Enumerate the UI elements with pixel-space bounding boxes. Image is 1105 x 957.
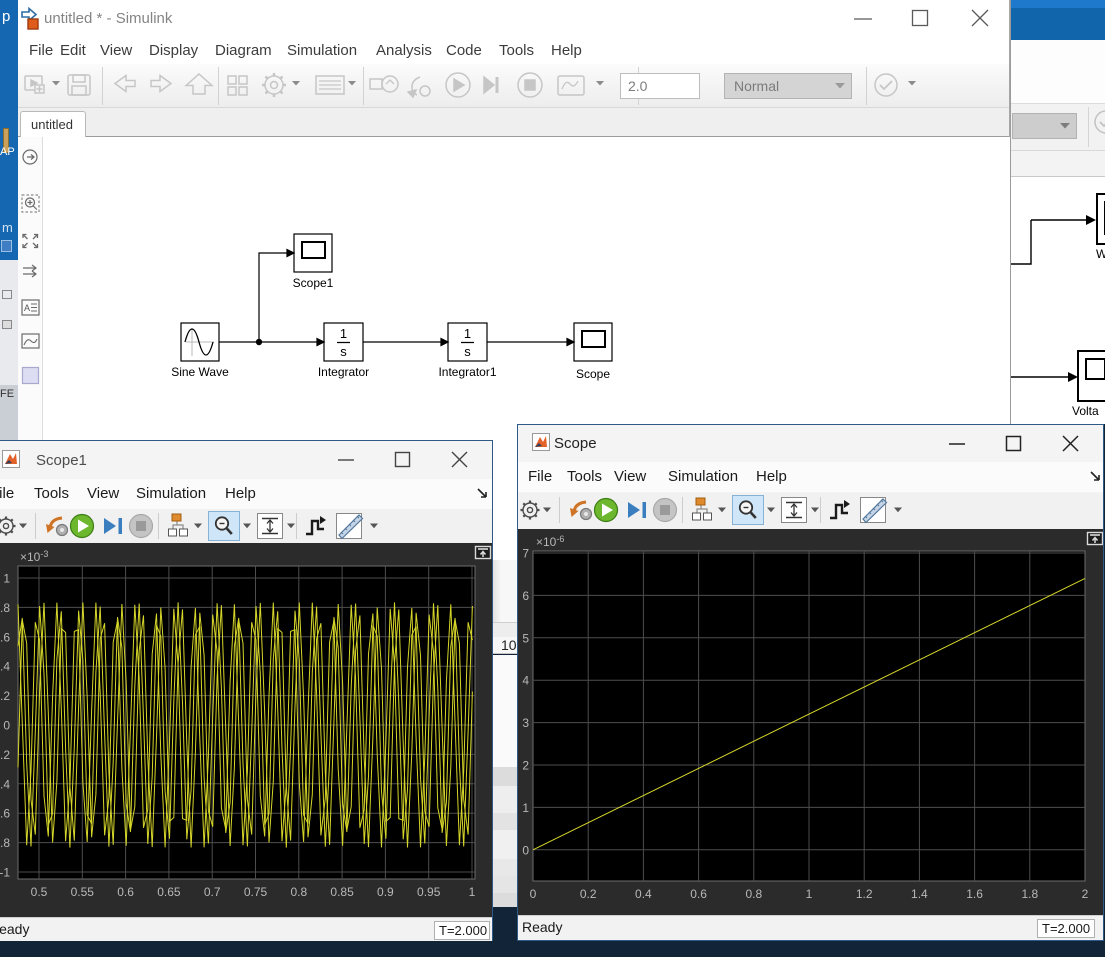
svg-text:-1: -1 (0, 866, 10, 880)
svg-text:0.7: 0.7 (204, 885, 221, 899)
svg-text:1: 1 (340, 326, 347, 341)
svg-text:Sine Wave: Sine Wave (171, 365, 229, 379)
svg-text:Integrator1: Integrator1 (438, 365, 496, 379)
svg-text:-0.8: -0.8 (0, 836, 10, 850)
svg-text:2: 2 (1082, 887, 1089, 901)
svg-text:1: 1 (806, 887, 813, 901)
svg-text:1: 1 (464, 326, 471, 341)
svg-text:A: A (24, 303, 30, 313)
svg-text:1: 1 (3, 572, 10, 586)
svg-text:0.6: 0.6 (0, 630, 10, 644)
svg-text:1.6: 1.6 (966, 887, 983, 901)
svg-text:-0.4: -0.4 (0, 777, 10, 791)
svg-text:5: 5 (522, 631, 529, 645)
svg-text:s: s (340, 344, 347, 359)
svg-text:0.8: 0.8 (0, 601, 10, 615)
svg-text:0.2: 0.2 (580, 887, 597, 901)
svg-text:-0.2: -0.2 (0, 748, 10, 762)
svg-text:0.55: 0.55 (71, 885, 95, 899)
svg-text:s: s (464, 344, 471, 359)
svg-text:4: 4 (522, 674, 529, 688)
svg-text:0.4: 0.4 (0, 660, 10, 674)
svg-text:3: 3 (522, 716, 529, 730)
svg-text:0.4: 0.4 (635, 887, 652, 901)
svg-text:0.9: 0.9 (377, 885, 394, 899)
svg-text:0.95: 0.95 (417, 885, 441, 899)
svg-text:0.8: 0.8 (290, 885, 307, 899)
svg-text:1.4: 1.4 (911, 887, 928, 901)
svg-text:0.8: 0.8 (745, 887, 762, 901)
svg-text:Scope: Scope (576, 367, 610, 381)
svg-text:Scope1: Scope1 (293, 276, 334, 290)
svg-text:0.75: 0.75 (244, 885, 268, 899)
svg-text:0.6: 0.6 (117, 885, 134, 899)
svg-text:0.2: 0.2 (0, 689, 10, 703)
svg-text:-0.6: -0.6 (0, 807, 10, 821)
svg-text:1: 1 (469, 885, 476, 899)
svg-text:7: 7 (522, 547, 529, 561)
svg-text:0: 0 (522, 843, 529, 857)
svg-text:0: 0 (530, 887, 537, 901)
svg-text:0.65: 0.65 (157, 885, 181, 899)
svg-text:0.5: 0.5 (31, 885, 48, 899)
svg-text:0.6: 0.6 (690, 887, 707, 901)
svg-text:6: 6 (522, 589, 529, 603)
svg-text:1.2: 1.2 (856, 887, 873, 901)
svg-text:1: 1 (522, 801, 529, 815)
svg-text:W: W (1096, 247, 1105, 261)
svg-text:Integrator: Integrator (318, 365, 369, 379)
svg-text:1.8: 1.8 (1021, 887, 1038, 901)
svg-text:0: 0 (3, 719, 10, 733)
svg-text:Volta: Volta (1072, 404, 1099, 418)
svg-text:0.85: 0.85 (330, 885, 354, 899)
svg-text:2: 2 (522, 759, 529, 773)
